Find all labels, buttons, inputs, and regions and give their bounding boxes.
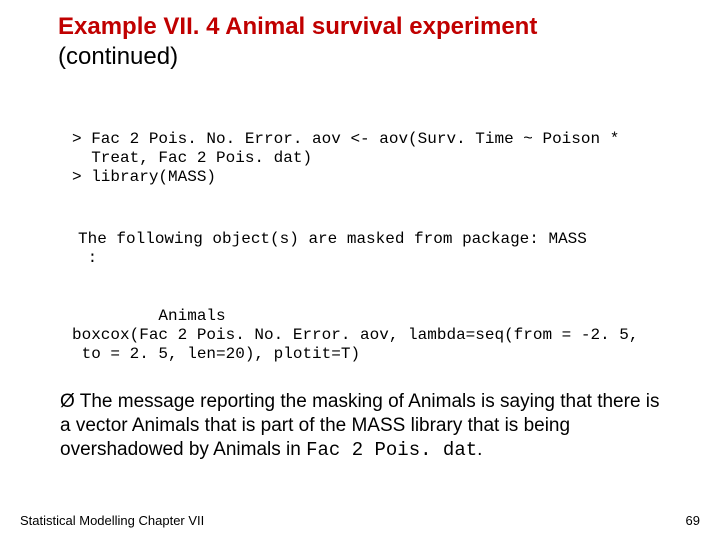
code-block-1: > Fac 2 Pois. No. Error. aov <- aov(Surv… xyxy=(72,130,672,188)
bullet-item: Ø The message reporting the masking of A… xyxy=(60,390,670,462)
code-block-2: Animals boxcox(Fac 2 Pois. No. Error. ao… xyxy=(72,307,692,365)
bullet-marker: Ø xyxy=(60,391,75,412)
footer-page-number: 69 xyxy=(686,513,700,528)
slide: Example VII. 4 Animal survival experimen… xyxy=(0,0,720,540)
mask-message: The following object(s) are masked from … xyxy=(78,230,678,268)
slide-title: Example VII. 4 Animal survival experimen… xyxy=(58,12,668,72)
title-main: Example VII. 4 Animal survival experimen… xyxy=(58,13,537,40)
title-continued: (continued) xyxy=(58,43,178,70)
bullet-mono: Fac 2 Pois. dat xyxy=(306,439,477,461)
footer-left: Statistical Modelling Chapter VII xyxy=(20,513,204,528)
bullet-text-b: . xyxy=(477,439,482,460)
